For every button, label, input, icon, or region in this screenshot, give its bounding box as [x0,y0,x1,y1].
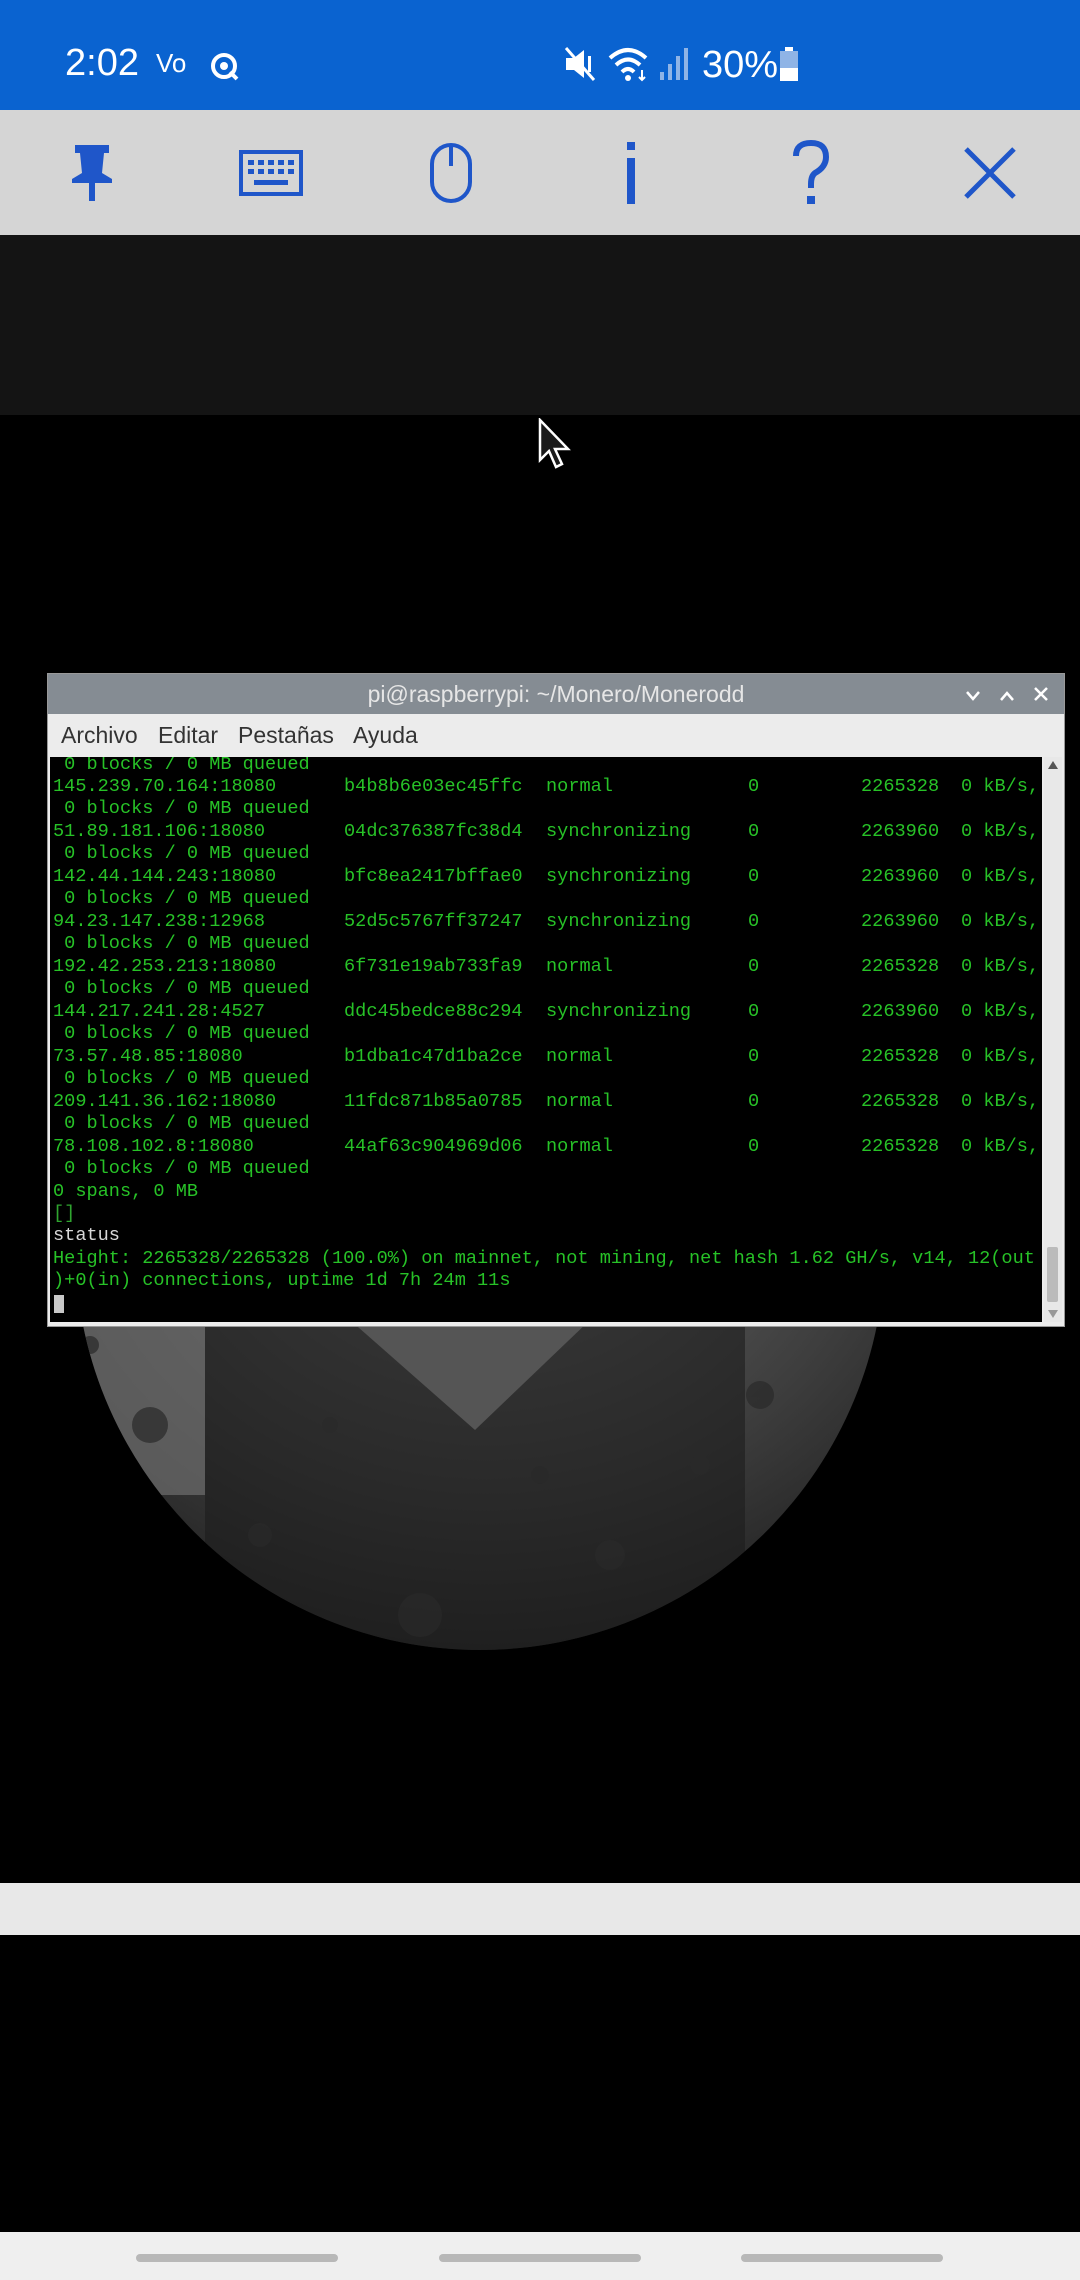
peer-row: 73.57.48.85:18080 b1dba1c47d1ba2ce normal 0… [53,1046,1040,1067]
window-title: pi@raspberrypi: ~/Monero/Monerodd [367,681,745,707]
close-button[interactable] [935,110,1045,235]
battery-percent: 30% [702,44,779,86]
chevron-down-icon [966,691,980,701]
status-line: )+0(in) connections, uptime 1d 7h 24m 11… [53,1270,511,1291]
queued-line: 0 blocks / 0 MB queued [53,1158,310,1179]
nav-recent-button[interactable] [136,2254,338,2262]
window-titlebar[interactable]: pi@raspberrypi: ~/Monero/Monerodd [48,674,1064,714]
window-close-button[interactable] [1024,674,1058,714]
viewer-bottom-margin [0,1883,1080,1935]
queued-line: 0 blocks / 0 MB queued [53,843,310,864]
signal-icon [660,48,688,80]
nav-back-button[interactable] [741,2254,943,2262]
command-line: status [53,1225,120,1246]
scroll-up-icon[interactable] [1048,761,1058,769]
brackets-line: [] [53,1203,76,1224]
peer-row: 78.108.102.8:18080 44af63c904969d06 normal… [53,1136,1040,1157]
status-bar: 2:02 Vo 30% [0,0,1080,110]
close-icon [1034,687,1048,701]
pin-button[interactable] [37,110,147,235]
menu-editar[interactable]: Editar [158,722,218,749]
scroll-down-icon[interactable] [1048,1310,1058,1318]
system-nav-bar [0,2232,1080,2280]
mouse-pointer-icon [538,418,571,469]
status-time: 2:02 [65,42,139,84]
peer-row: 144.217.241.28:4527 ddc45bedce88c294 synch… [53,1001,1040,1022]
text-cursor [54,1295,64,1313]
mouse-button[interactable] [396,110,506,235]
queued-line: 0 blocks / 0 MB queued [53,1113,310,1134]
menu-pestanas[interactable]: Pestañas [238,722,334,749]
help-button[interactable] [756,110,866,235]
keyboard-icon [239,149,303,196]
queued-line: 0 blocks / 0 MB queued [53,1068,310,1089]
close-icon [964,146,1016,199]
viewer-top-margin [0,235,1080,415]
sync-icon [211,53,239,81]
mouse-icon [430,142,472,203]
peer-row: 94.23.147.238:12968 52d5c5767ff37247 synch… [53,911,1040,932]
vnc-toolbar [0,110,1080,235]
maximize-button[interactable] [990,674,1024,714]
chevron-up-icon [1000,691,1014,701]
menu-archivo[interactable]: Archivo [61,722,138,749]
peer-row: 192.42.253.213:18080 6f731e19ab733fa9 norm… [53,956,1040,977]
battery-icon [780,47,798,81]
queued-line: 0 blocks / 0 MB queued [53,757,310,775]
scrollbar-thumb[interactable] [1047,1247,1058,1302]
terminal-output[interactable]: 0 blocks / 0 MB queued 145.239.70.164:18… [50,757,1042,1322]
peer-row: 142.44.144.243:18080 bfc8ea2417bffae0 sync… [53,866,1040,887]
peer-row: 145.239.70.164:18080 b4b8b6e03ec45ffc norm… [53,776,1040,797]
queued-line: 0 blocks / 0 MB queued [53,978,310,999]
peer-row: 209.141.36.162:18080 11fdc871b85a0785 norm… [53,1091,1040,1112]
help-icon [793,139,830,204]
peer-row: 51.89.181.106:18080 04dc376387fc38d4 synch… [53,821,1040,842]
mute-icon [564,47,596,81]
queued-line: 0 blocks / 0 MB queued [53,933,310,954]
terminal-window[interactable]: pi@raspberrypi: ~/Monero/Monerodd Archiv… [47,673,1065,1327]
keyboard-button[interactable] [216,110,326,235]
queued-line: 0 blocks / 0 MB queued [53,888,310,909]
terminal-scrollbar[interactable] [1044,757,1062,1322]
info-button[interactable] [576,110,686,235]
spans-line: 0 spans, 0 MB [53,1181,199,1202]
menu-ayuda[interactable]: Ayuda [353,722,418,749]
wifi-icon [608,48,648,82]
status-line: Height: 2265328/2265328 (100.0%) on main… [53,1248,1035,1269]
minimize-button[interactable] [956,674,990,714]
menu-bar: Archivo Editar Pestañas Ayuda [48,714,1064,754]
pin-icon [72,144,112,201]
nav-home-button[interactable] [439,2254,641,2262]
volte-icon: Vo [156,48,187,78]
remote-desktop[interactable]: pi@raspberrypi: ~/Monero/Monerodd Archiv… [0,415,1080,1883]
info-icon [627,141,635,204]
queued-line: 0 blocks / 0 MB queued [53,1023,310,1044]
queued-line: 0 blocks / 0 MB queued [53,798,310,819]
